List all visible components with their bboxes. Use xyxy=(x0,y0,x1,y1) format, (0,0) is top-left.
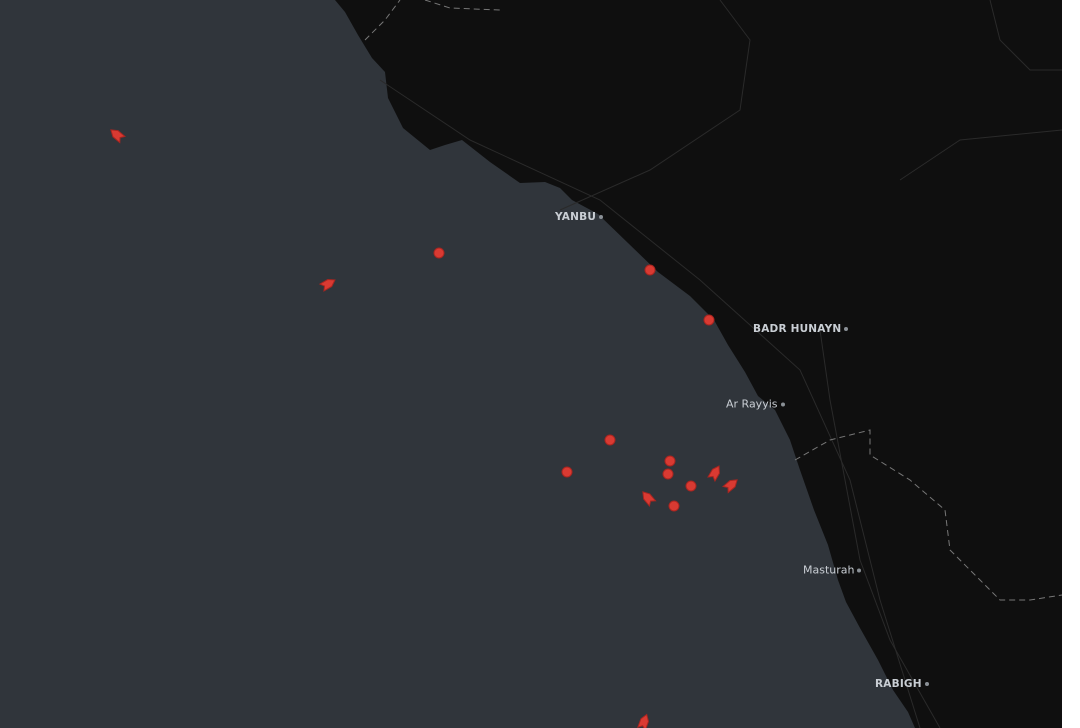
stationary-vessel-marker[interactable] xyxy=(685,480,697,492)
moving-vessel-icon[interactable] xyxy=(108,127,127,144)
place-label-badr-hunayn: BADR HUNAYN xyxy=(753,323,849,335)
stationary-vessel-marker[interactable] xyxy=(664,455,676,467)
moving-vessel-icon[interactable] xyxy=(707,464,722,483)
stationary-vessel-marker[interactable] xyxy=(662,468,674,480)
moving-vessel-icon[interactable] xyxy=(721,477,740,494)
place-label-ar-rayyis: Ar Rayyis xyxy=(726,398,785,411)
place-name: Masturah xyxy=(803,563,855,577)
land-mass xyxy=(335,0,1062,728)
place-name: BADR HUNAYN xyxy=(753,323,842,335)
place-dot-icon xyxy=(780,402,785,406)
stationary-vessel-marker[interactable] xyxy=(604,434,616,446)
place-dot-icon xyxy=(844,327,849,331)
place-name: Ar Rayyis xyxy=(726,397,778,411)
place-label-yanbu: YANBU xyxy=(555,211,604,223)
place-label-masturah: Masturah xyxy=(803,563,862,577)
stationary-vessel-marker[interactable] xyxy=(703,314,715,326)
place-name: YANBU xyxy=(555,211,597,223)
place-dot-icon xyxy=(599,215,604,219)
moving-vessel-icon[interactable] xyxy=(640,489,657,508)
moving-vessel-icon[interactable] xyxy=(637,713,651,728)
place-dot-icon xyxy=(924,682,929,686)
stationary-vessel-marker[interactable] xyxy=(433,247,445,259)
stationary-vessel-marker[interactable] xyxy=(561,466,573,478)
map-view[interactable]: YANBU BADR HUNAYN Ar Rayyis Masturah RAB… xyxy=(0,0,1062,728)
moving-vessel-icon[interactable] xyxy=(318,277,337,292)
place-dot-icon xyxy=(857,568,862,572)
stationary-vessel-marker[interactable] xyxy=(644,264,656,276)
map-base xyxy=(108,0,1062,728)
place-label-rabigh: RABIGH xyxy=(875,678,929,690)
place-name: RABIGH xyxy=(875,678,922,690)
stationary-vessel-marker[interactable] xyxy=(668,500,680,512)
